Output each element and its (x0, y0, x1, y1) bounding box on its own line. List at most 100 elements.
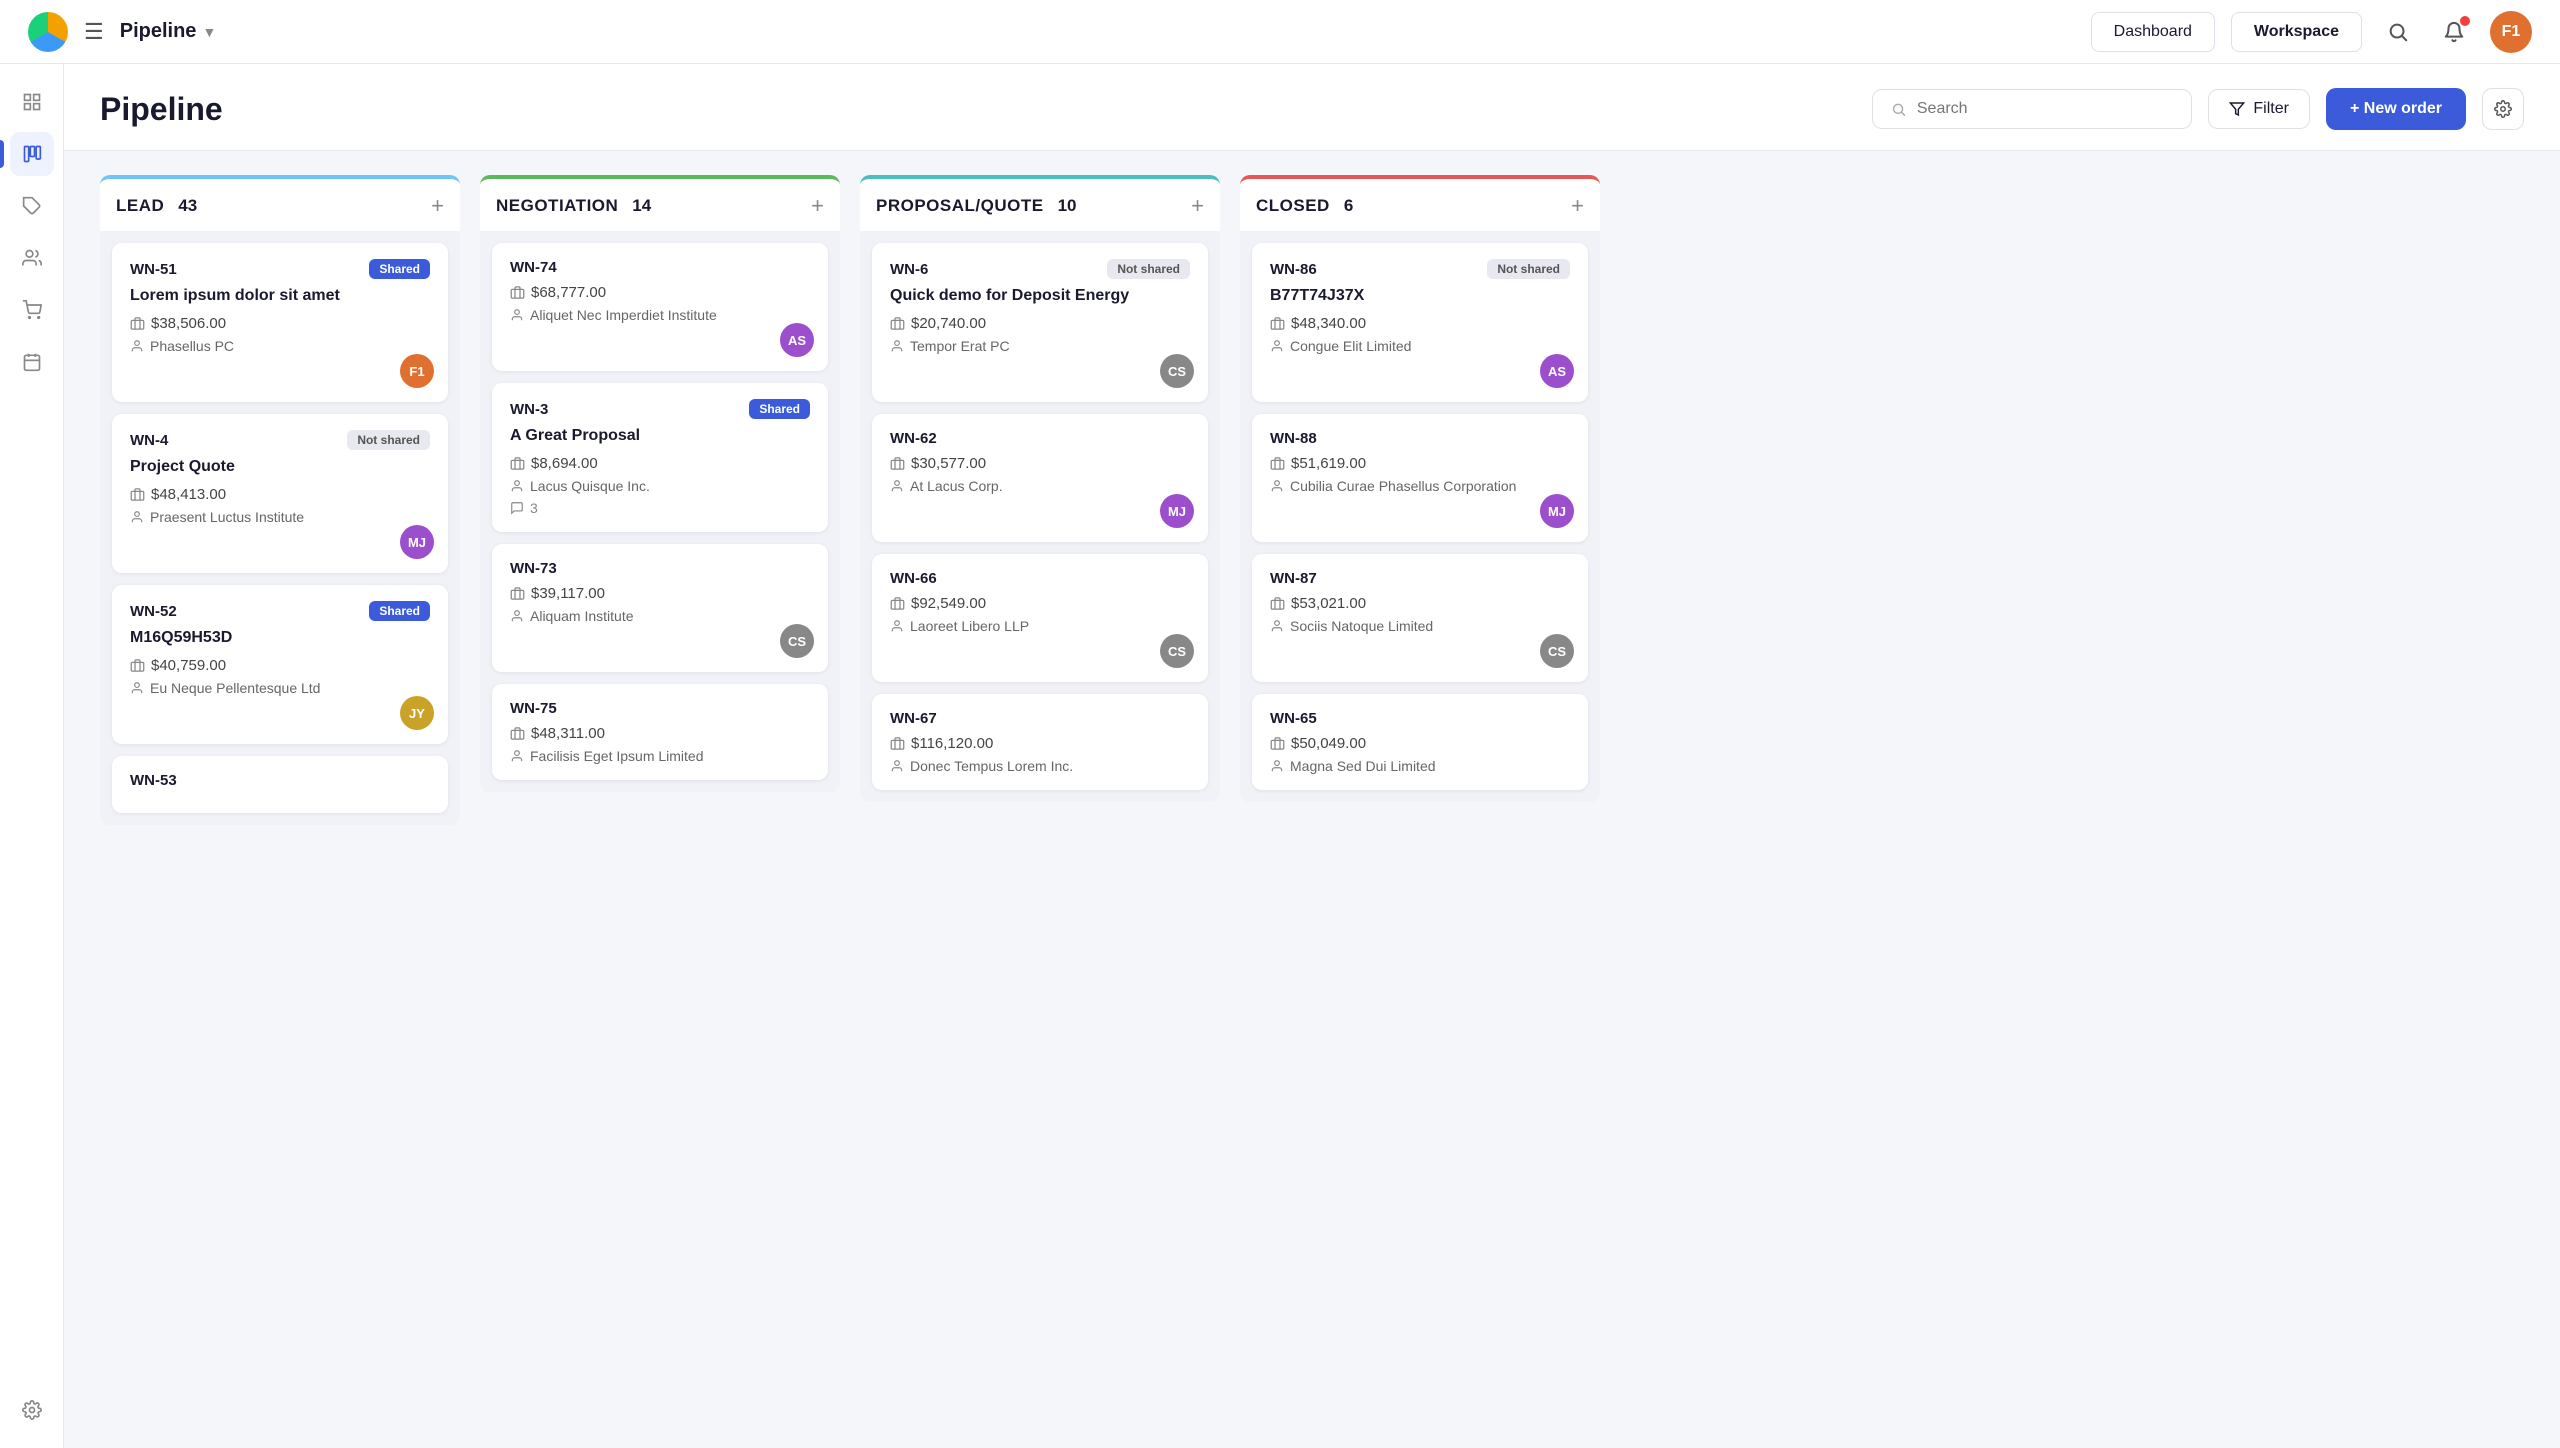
card-item[interactable]: WN-88 $51,619.00 Cubilia Curae Phasellus… (1252, 414, 1588, 542)
card-company: Lacus Quisque Inc. (510, 478, 810, 494)
card-company-name: Phasellus PC (150, 338, 234, 354)
sidebar-item-cart[interactable] (10, 288, 54, 332)
card-id: WN-74 (510, 259, 557, 276)
sidebar-item-people[interactable] (10, 236, 54, 280)
card-item[interactable]: WN-66 $92,549.00 Laoreet Libero LLP CS (872, 554, 1208, 682)
card-avatar: MJ (1540, 494, 1574, 528)
search-icon-btn[interactable] (2378, 12, 2418, 52)
column-header-lead: LEAD 43 + (100, 175, 460, 231)
card-company-name: Eu Neque Pellentesque Ltd (150, 680, 320, 696)
card-amount: $38,506.00 (130, 315, 430, 332)
card-company: Cubilia Curae Phasellus Corporation (1270, 478, 1570, 494)
avatar-nav[interactable]: F1 (2490, 11, 2532, 53)
notifications-icon-btn[interactable] (2434, 12, 2474, 52)
card-id: WN-65 (1270, 710, 1317, 727)
card-item[interactable]: WN-74 $68,777.00 Aliquet Nec Imperdiet I… (492, 243, 828, 371)
sidebar-item-calendar[interactable] (10, 340, 54, 384)
card-amount-value: $20,740.00 (911, 315, 986, 332)
new-order-button[interactable]: + New order (2326, 88, 2466, 130)
card-name: B77T74J37X (1270, 287, 1570, 305)
column-add-btn-proposal[interactable]: + (1191, 193, 1204, 219)
card-top: WN-88 (1270, 430, 1570, 447)
top-nav: ☰ Pipeline ▼ Dashboard Workspace F1 (0, 0, 2560, 64)
card-id: WN-66 (890, 570, 937, 587)
card-amount: $51,619.00 (1270, 455, 1570, 472)
card-avatar: JY (400, 696, 434, 730)
sidebar-item-tag[interactable] (10, 184, 54, 228)
card-amount-value: $30,577.00 (911, 455, 986, 472)
card-amount-value: $38,506.00 (151, 315, 226, 332)
card-amount-value: $48,340.00 (1291, 315, 1366, 332)
card-item[interactable]: WN-75 $48,311.00 Facilisis Eget Ipsum Li… (492, 684, 828, 780)
card-item[interactable]: WN-67 $116,120.00 Donec Tempus Lorem Inc… (872, 694, 1208, 790)
sidebar-item-grid[interactable] (10, 80, 54, 124)
card-top: WN-86 Not shared (1270, 259, 1570, 279)
card-item[interactable]: WN-65 $50,049.00 Magna Sed Dui Limited (1252, 694, 1588, 790)
card-amount: $92,549.00 (890, 595, 1190, 612)
card-item[interactable]: WN-73 $39,117.00 Aliquam Institute CS (492, 544, 828, 672)
card-name: M16Q59H53D (130, 629, 430, 647)
card-amount: $50,049.00 (1270, 735, 1570, 752)
card-top: WN-52 Shared (130, 601, 430, 621)
card-amount-value: $68,777.00 (531, 284, 606, 301)
column-add-btn-lead[interactable]: + (431, 193, 444, 219)
card-item[interactable]: WN-52 Shared M16Q59H53D $40,759.00 Eu Ne… (112, 585, 448, 744)
card-top: WN-75 (510, 700, 810, 717)
card-top: WN-62 (890, 430, 1190, 447)
settings-button[interactable] (2482, 88, 2524, 130)
card-item[interactable]: WN-51 Shared Lorem ipsum dolor sit amet … (112, 243, 448, 402)
column-cards-closed: WN-86 Not shared B77T74J37X $48,340.00 C… (1240, 231, 1600, 802)
card-avatar: AS (780, 323, 814, 357)
card-amount: $68,777.00 (510, 284, 810, 301)
search-icon (2387, 21, 2409, 43)
card-avatar: F1 (400, 354, 434, 388)
card-avatar: CS (1160, 634, 1194, 668)
column-title-lead: LEAD (116, 196, 164, 216)
card-top: WN-3 Shared (510, 399, 810, 419)
tag-icon (22, 196, 42, 216)
app-logo[interactable] (28, 12, 68, 52)
card-amount-value: $92,549.00 (911, 595, 986, 612)
gear-icon (2494, 100, 2512, 118)
card-item[interactable]: WN-6 Not shared Quick demo for Deposit E… (872, 243, 1208, 402)
card-amount: $48,413.00 (130, 486, 430, 503)
pipeline-nav-title[interactable]: Pipeline ▼ (120, 20, 217, 43)
card-item[interactable]: WN-4 Not shared Project Quote $48,413.00… (112, 414, 448, 573)
card-item[interactable]: WN-53 (112, 756, 448, 813)
card-top: WN-66 (890, 570, 1190, 587)
card-name: Lorem ipsum dolor sit amet (130, 287, 430, 305)
search-input[interactable] (1917, 100, 2174, 118)
column-add-btn-negotiation[interactable]: + (811, 193, 824, 219)
pipeline-label: Pipeline (120, 20, 197, 43)
people-icon (22, 248, 42, 268)
sidebar-item-settings[interactable] (10, 1388, 54, 1432)
filter-label: Filter (2253, 100, 2289, 118)
card-item[interactable]: WN-87 $53,021.00 Sociis Natoque Limited … (1252, 554, 1588, 682)
workspace-button[interactable]: Workspace (2231, 12, 2362, 52)
menu-icon[interactable]: ☰ (84, 19, 104, 45)
column-header-negotiation: NEGOTIATION 14 + (480, 175, 840, 231)
filter-button[interactable]: Filter (2208, 89, 2310, 129)
card-amount: $39,117.00 (510, 585, 810, 602)
card-top: WN-87 (1270, 570, 1570, 587)
card-badge: Not shared (1107, 259, 1190, 279)
settings-icon (22, 1400, 42, 1420)
card-item[interactable]: WN-62 $30,577.00 At Lacus Corp. MJ (872, 414, 1208, 542)
card-id: WN-88 (1270, 430, 1317, 447)
search-box[interactable] (1872, 89, 2192, 129)
card-company: Eu Neque Pellentesque Ltd (130, 680, 430, 696)
card-item[interactable]: WN-3 Shared A Great Proposal $8,694.00 L… (492, 383, 828, 532)
card-company-name: Aliquam Institute (530, 608, 634, 624)
card-item[interactable]: WN-86 Not shared B77T74J37X $48,340.00 C… (1252, 243, 1588, 402)
dashboard-button[interactable]: Dashboard (2091, 12, 2215, 52)
card-name: Quick demo for Deposit Energy (890, 287, 1190, 305)
card-company-name: Congue Elit Limited (1290, 338, 1411, 354)
card-comment: 3 (510, 500, 810, 516)
card-id: WN-4 (130, 432, 168, 449)
card-amount: $30,577.00 (890, 455, 1190, 472)
column-add-btn-closed[interactable]: + (1571, 193, 1584, 219)
sidebar-item-kanban[interactable] (10, 132, 54, 176)
card-amount: $8,694.00 (510, 455, 810, 472)
card-top: WN-53 (130, 772, 430, 789)
card-id: WN-53 (130, 772, 177, 789)
